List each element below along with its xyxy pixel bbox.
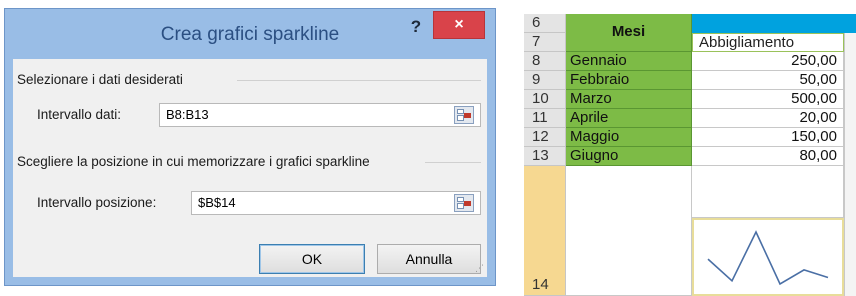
value-cell[interactable]: 250,00 bbox=[692, 52, 844, 71]
value-cell[interactable]: 50,00 bbox=[692, 71, 844, 90]
help-button[interactable]: ? bbox=[401, 15, 431, 41]
clothing-header-cell[interactable]: Abbigliamento bbox=[692, 33, 844, 52]
value-cell[interactable]: 150,00 bbox=[692, 128, 844, 147]
month-cell[interactable]: Maggio bbox=[566, 128, 692, 147]
row-header-11[interactable]: 11 bbox=[524, 109, 566, 128]
column-header-band bbox=[692, 14, 856, 33]
data-group-divider bbox=[237, 80, 481, 81]
value-cell[interactable]: 500,00 bbox=[692, 90, 844, 109]
month-cell[interactable]: Gennaio bbox=[566, 52, 692, 71]
cancel-button[interactable]: Annulla bbox=[377, 244, 481, 274]
location-range-input[interactable]: $B$14 bbox=[191, 191, 481, 215]
row-header-14[interactable]: 14 bbox=[524, 166, 566, 296]
spreadsheet: 6 7 Mesi Abbigliamento 8 Gennaio 250,00 … bbox=[524, 14, 856, 296]
months-header-cell[interactable]: Mesi bbox=[566, 14, 692, 52]
location-group-divider bbox=[425, 162, 481, 163]
sparkline-cell[interactable] bbox=[692, 218, 844, 296]
data-range-label: Intervallo dati: bbox=[37, 107, 122, 122]
resize-grip-icon[interactable]: ⋰ bbox=[475, 263, 484, 274]
row-header-10[interactable]: 10 bbox=[524, 90, 566, 109]
value-cell[interactable]: 80,00 bbox=[692, 147, 844, 166]
location-group-label: Scegliere la posizione in cui memorizzar… bbox=[17, 154, 370, 169]
row-header-12[interactable]: 12 bbox=[524, 128, 566, 147]
collapse-dialog-icon[interactable] bbox=[454, 106, 474, 124]
create-sparklines-dialog: Crea grafici sparkline ? × Selezionare i… bbox=[4, 8, 496, 286]
ok-button[interactable]: OK bbox=[259, 244, 365, 274]
dialog-body: Selezionare i dati desiderati Intervallo… bbox=[13, 59, 487, 277]
data-range-value: B8:B13 bbox=[166, 107, 209, 122]
month-cell[interactable]: Marzo bbox=[566, 90, 692, 109]
sparkline-chart bbox=[707, 230, 829, 286]
row-header-8[interactable]: 8 bbox=[524, 52, 566, 71]
empty-month-cell[interactable] bbox=[566, 166, 692, 296]
collapse-dialog-icon[interactable] bbox=[454, 194, 474, 212]
value-cell[interactable]: 20,00 bbox=[692, 109, 844, 128]
month-cell[interactable]: Aprile bbox=[566, 109, 692, 128]
location-range-label: Intervallo posizione: bbox=[37, 195, 157, 210]
row-header-13[interactable]: 13 bbox=[524, 147, 566, 166]
month-cell[interactable]: Febbraio bbox=[566, 71, 692, 90]
row-header-7[interactable]: 7 bbox=[524, 33, 566, 52]
value-cell[interactable] bbox=[692, 166, 844, 218]
data-group-label: Selezionare i dati desiderati bbox=[17, 72, 183, 87]
data-range-input[interactable]: B8:B13 bbox=[159, 103, 481, 127]
close-button[interactable]: × bbox=[433, 11, 485, 39]
location-range-value: $B$14 bbox=[198, 195, 236, 210]
row-header-6[interactable]: 6 bbox=[524, 14, 566, 33]
month-cell[interactable]: Giugno bbox=[566, 147, 692, 166]
row-header-9[interactable]: 9 bbox=[524, 71, 566, 90]
dialog-titlebar[interactable]: Crea grafici sparkline ? × bbox=[5, 9, 495, 57]
column-c-cells[interactable] bbox=[844, 33, 856, 296]
sparkline-line bbox=[707, 230, 829, 286]
